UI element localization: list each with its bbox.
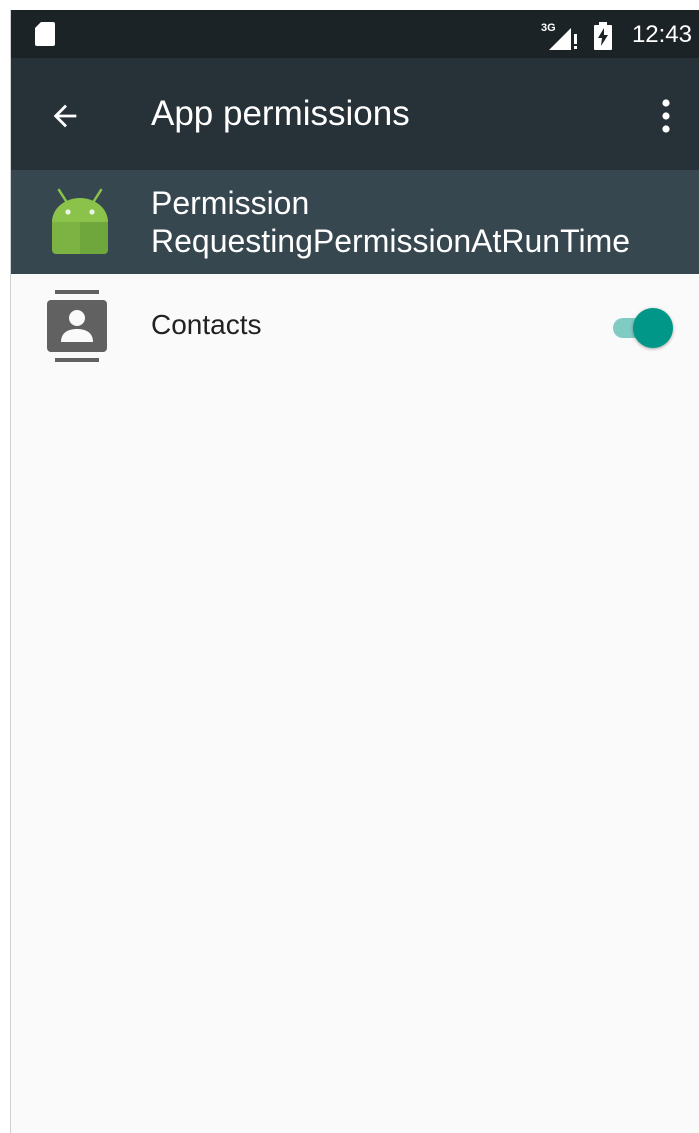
arrow-back-icon — [53, 104, 77, 128]
status-time: 12:43 — [631, 21, 692, 48]
signal-icon — [549, 28, 577, 50]
permission-row-contacts[interactable]: Contacts — [11, 274, 699, 382]
page-title: App permissions — [151, 94, 410, 133]
signal-indicator: 3G — [541, 20, 581, 50]
app-name: Permission RequestingPermissionAtRunTime — [151, 184, 696, 260]
contacts-permission-toggle[interactable] — [607, 304, 677, 350]
more-vert-icon — [662, 99, 670, 133]
app-header: Permission RequestingPermissionAtRunTime — [11, 170, 699, 274]
toolbar: App permissions — [11, 58, 699, 170]
back-button[interactable] — [37, 88, 93, 144]
more-options-button[interactable] — [641, 88, 691, 144]
app-name-line1: Permission — [151, 185, 310, 221]
battery-charging-icon — [594, 22, 612, 50]
status-bar: 3G 12:43 — [11, 10, 699, 58]
app-name-line2: RequestingPermissionAtRunTime — [151, 223, 631, 259]
permission-label: Contacts — [151, 309, 262, 340]
app-permissions-screen: 3G 12:43 App permissions Permission Requ… — [10, 10, 699, 1133]
contacts-icon — [47, 290, 107, 362]
android-icon — [52, 188, 108, 254]
toggle-thumb — [633, 308, 673, 348]
sd-card-icon — [35, 22, 55, 46]
